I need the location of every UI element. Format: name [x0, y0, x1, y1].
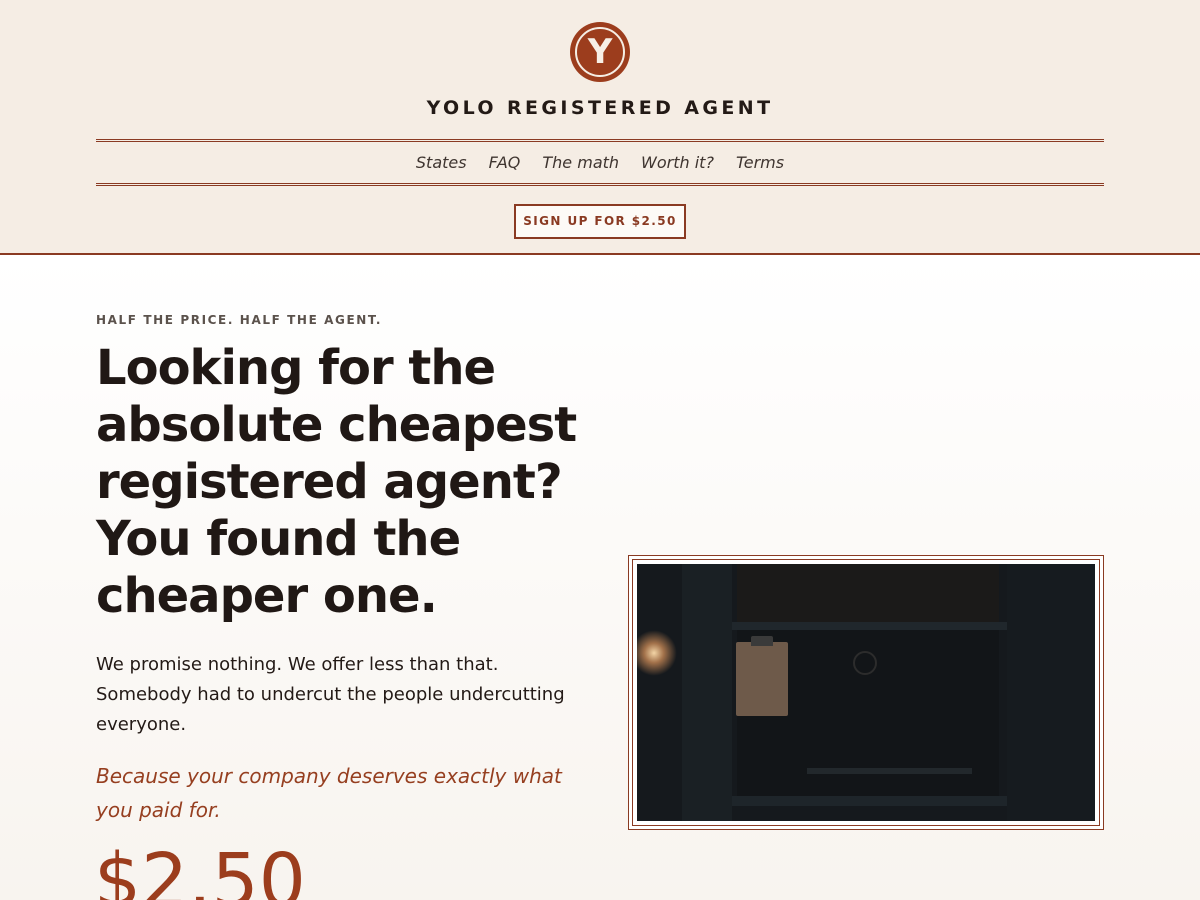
hero-photo: [637, 564, 1095, 821]
hero-lede: We promise nothing. We offer less than t…: [96, 654, 565, 735]
photo-frame-left: [682, 564, 732, 821]
hero-tagline: Because your company deserves exactly wh…: [96, 764, 562, 822]
photo-frame-right: [1007, 564, 1095, 821]
signup-button[interactable]: SIGN UP FOR $2.50: [514, 204, 686, 239]
logo-letter: Y: [575, 27, 625, 77]
nav-link-the-math[interactable]: The math: [542, 153, 619, 172]
site-header: Y YOLO REGISTERED AGENT States FAQ The m…: [0, 0, 1200, 253]
photo-window-sash: [732, 622, 1007, 630]
main-nav: States FAQ The math Worth it? Terms: [96, 142, 1104, 183]
hero-eyebrow: HALF THE PRICE. HALF THE AGENT.: [96, 313, 383, 327]
nav-link-terms[interactable]: Terms: [736, 153, 784, 172]
photo-clipboard: [736, 642, 788, 716]
nav-link-worth-it[interactable]: Worth it?: [641, 153, 714, 172]
photo-wall-clock: [853, 651, 877, 675]
nav-link-states[interactable]: States: [416, 153, 467, 172]
photo-lamp-glow: [637, 630, 677, 676]
nav-divider-bottom: [96, 183, 1104, 186]
photo-upper-glass: [737, 564, 999, 622]
hero-price: $2.50: [94, 838, 306, 900]
photo-bench: [807, 768, 972, 774]
photo-clipboard-clip: [751, 636, 773, 646]
photo-window-sill: [732, 796, 1007, 806]
nav-link-faq[interactable]: FAQ: [489, 153, 521, 172]
hero-headline: Looking for the absolute cheapest regist…: [96, 340, 577, 624]
brand-name[interactable]: YOLO REGISTERED AGENT: [0, 94, 1200, 122]
brand-logo-icon[interactable]: Y: [570, 22, 630, 82]
hero-photo-frame: [628, 555, 1104, 830]
